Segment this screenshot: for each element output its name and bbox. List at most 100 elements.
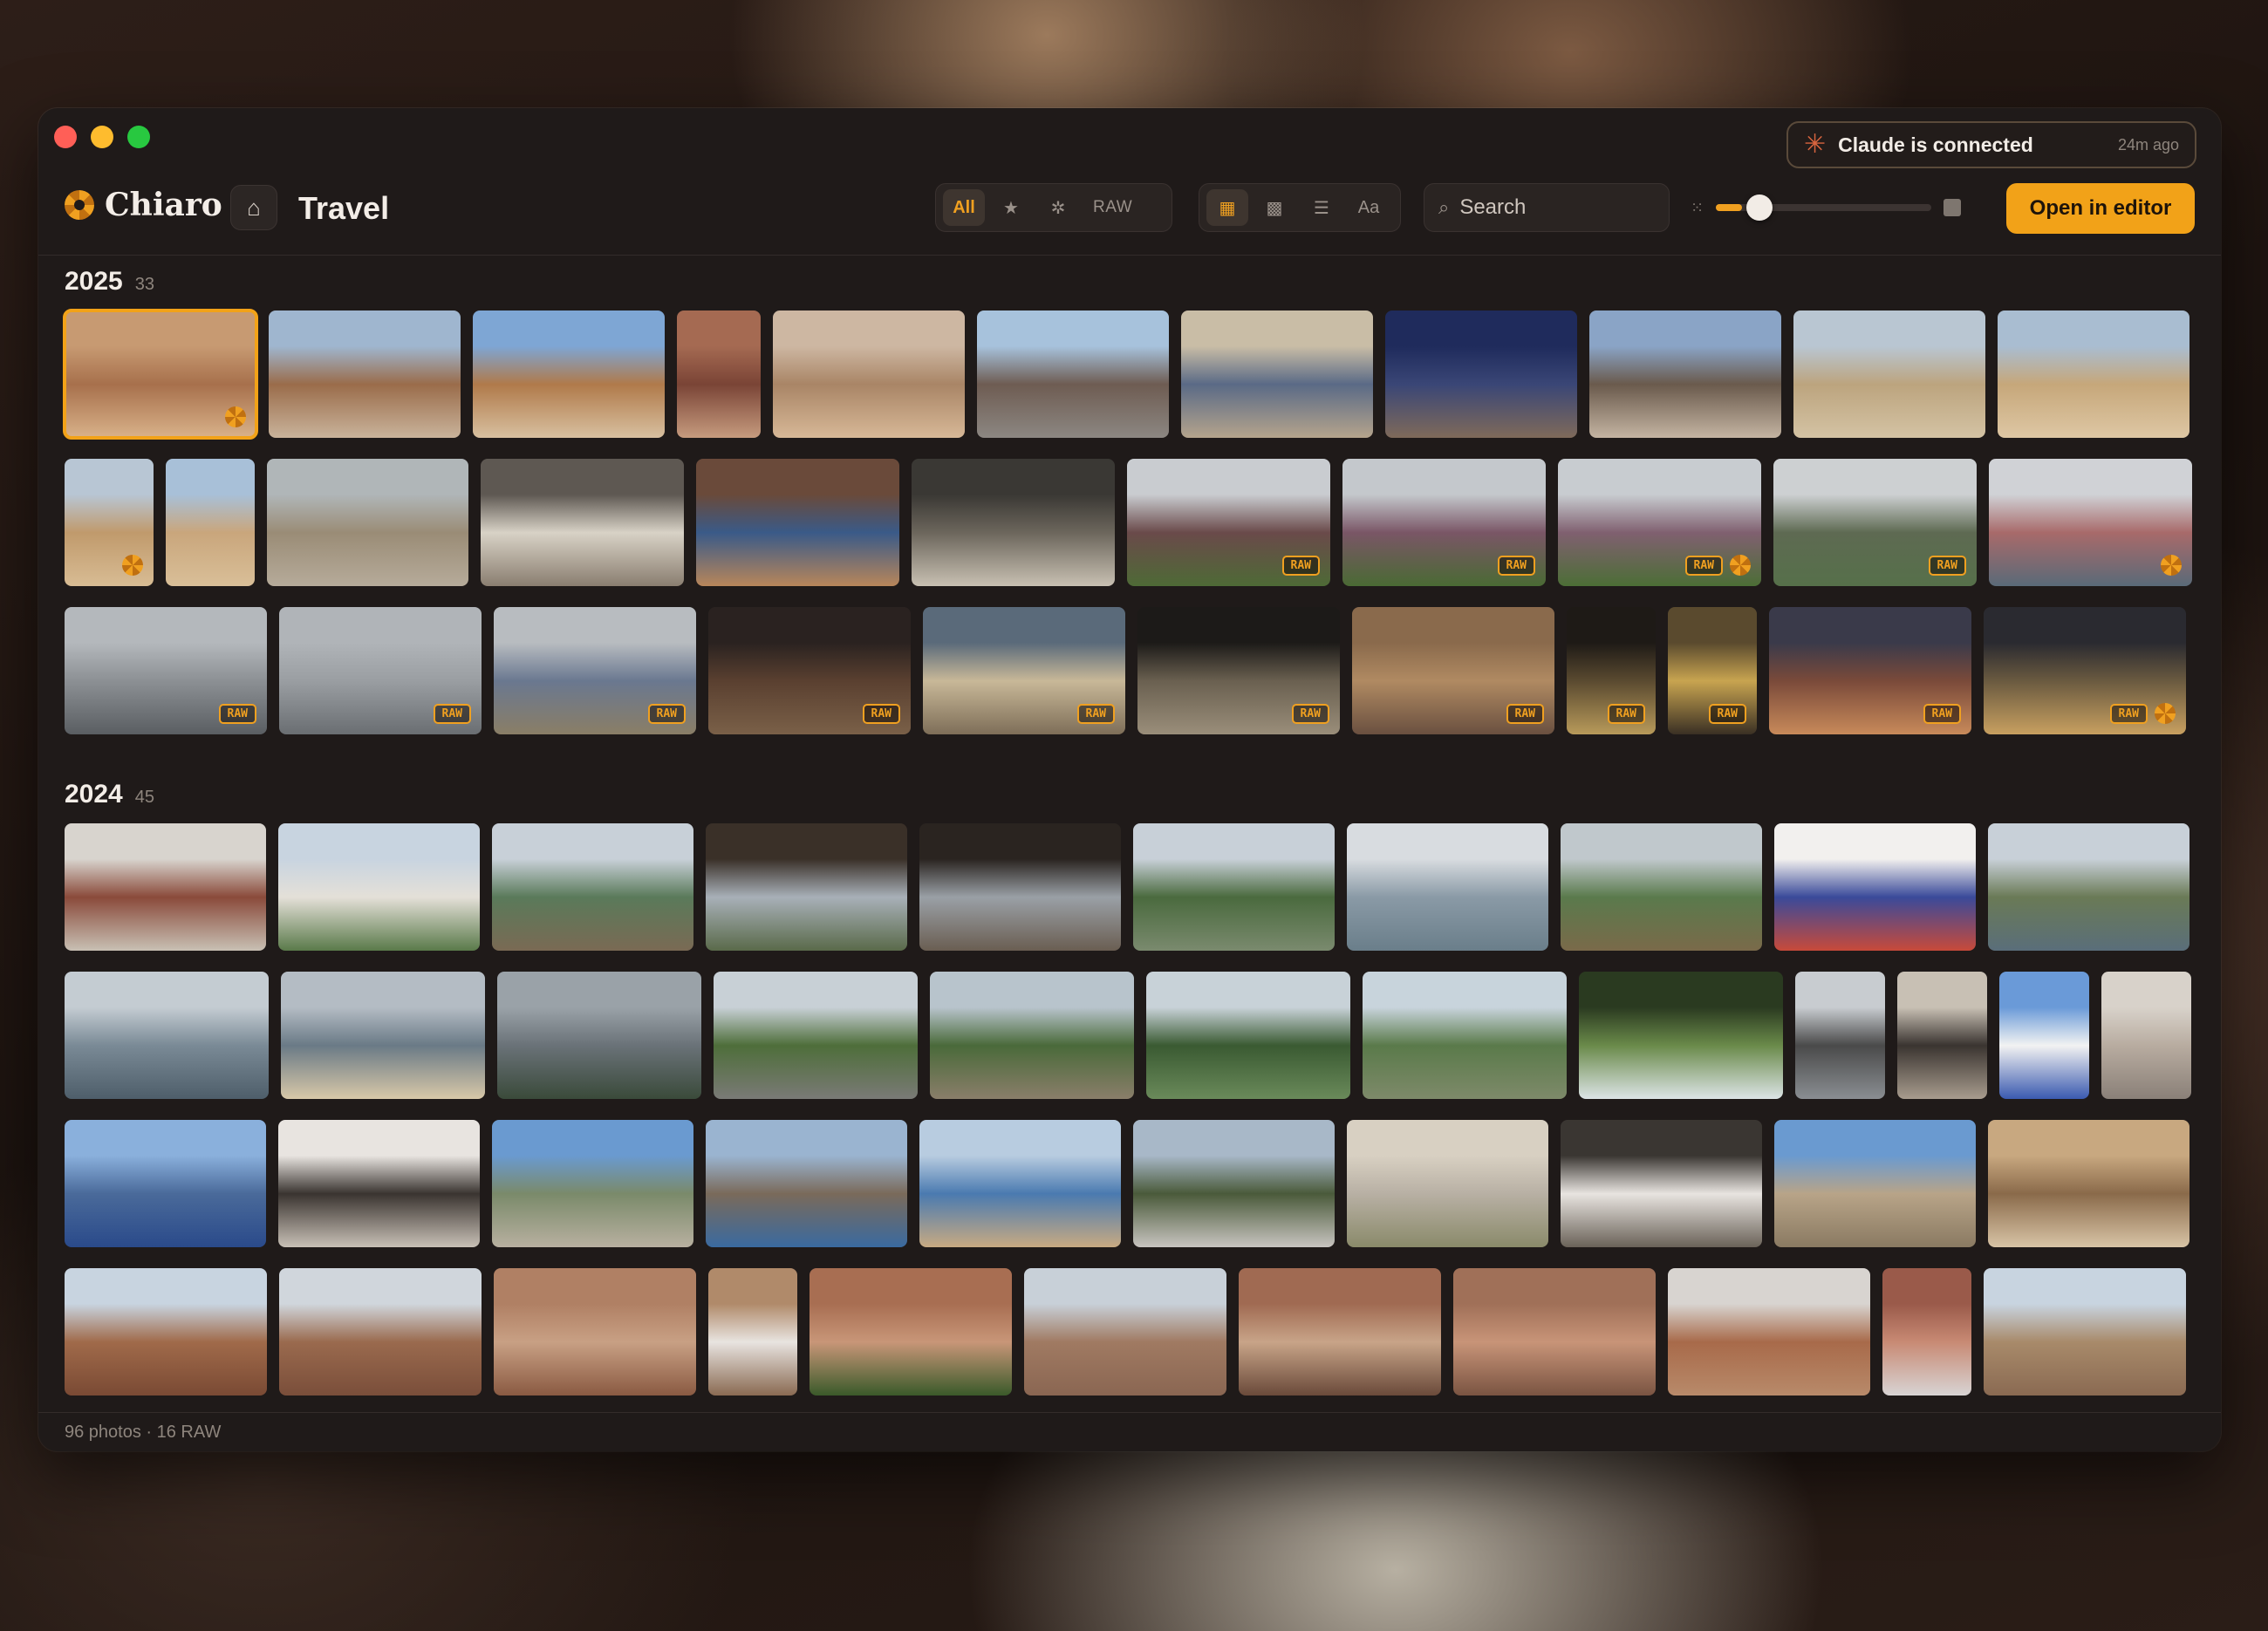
photo-thumbnail[interactable]	[1774, 823, 1976, 951]
photo-thumbnail[interactable]	[473, 311, 665, 438]
photo-thumbnail[interactable]	[281, 972, 485, 1099]
maximize-window-button[interactable]	[127, 126, 150, 148]
photo-thumbnail[interactable]	[1363, 972, 1567, 1099]
photo-thumbnail[interactable]	[1988, 1120, 2189, 1247]
photo-thumbnail[interactable]	[1999, 972, 2089, 1099]
photo-thumbnail[interactable]: RAW	[65, 607, 267, 734]
photo-thumbnail[interactable]	[1882, 1268, 1971, 1396]
photo-thumbnail[interactable]	[773, 311, 965, 438]
photo-thumbnail[interactable]	[1793, 311, 1985, 438]
filter-all[interactable]: All	[943, 189, 985, 226]
photo-thumbnail[interactable]	[977, 311, 1169, 438]
photo-thumbnail[interactable]	[278, 823, 480, 951]
photo-thumbnail[interactable]	[65, 1268, 267, 1396]
photo-thumbnail[interactable]	[1181, 311, 1373, 438]
edited-aperture-icon	[1730, 555, 1751, 576]
view-list[interactable]: ☰	[1301, 189, 1342, 226]
photo-thumbnail[interactable]	[919, 823, 1121, 951]
view-large-grid[interactable]: ▦	[1206, 189, 1248, 226]
photo-thumbnail[interactable]	[1795, 972, 1885, 1099]
app-window: ✳ Claude is connected 24m ago Chiaro ⌂ T…	[38, 108, 2221, 1451]
photo-thumbnail[interactable]	[706, 1120, 907, 1247]
photo-thumbnail[interactable]	[267, 459, 468, 586]
photo-thumbnail[interactable]	[279, 1268, 482, 1396]
photo-thumbnail[interactable]: RAW	[708, 607, 911, 734]
photo-thumbnail[interactable]	[492, 823, 693, 951]
photo-thumbnail[interactable]	[1988, 823, 2189, 951]
photo-thumbnail[interactable]	[65, 459, 154, 586]
photo-thumbnail[interactable]	[166, 459, 255, 586]
photo-thumbnail[interactable]	[706, 823, 907, 951]
photo-thumbnail[interactable]	[1239, 1268, 1441, 1396]
photo-thumbnail[interactable]	[677, 311, 761, 438]
app-logo: Chiaro	[65, 187, 222, 223]
photo-thumbnail[interactable]	[930, 972, 1134, 1099]
filter-edited[interactable]: ✲	[1037, 189, 1079, 226]
photo-thumbnail[interactable]: RAW	[1137, 607, 1340, 734]
photo-thumbnail[interactable]	[278, 1120, 480, 1247]
photo-thumbnail[interactable]: RAW	[1127, 459, 1330, 586]
photo-thumbnail[interactable]	[919, 1120, 1121, 1247]
close-window-button[interactable]	[54, 126, 77, 148]
filter-raw[interactable]: RAW	[1084, 189, 1141, 226]
photo-thumbnail[interactable]	[1133, 823, 1335, 951]
slider-track[interactable]	[1716, 194, 1931, 221]
photo-thumbnail[interactable]	[1347, 1120, 1548, 1247]
photo-thumbnail[interactable]	[494, 1268, 696, 1396]
photo-thumbnail[interactable]	[810, 1268, 1012, 1396]
photo-thumbnail[interactable]: RAW	[1668, 607, 1757, 734]
photo-thumbnail[interactable]	[714, 972, 918, 1099]
edited-aperture-icon	[225, 406, 246, 427]
photo-thumbnail[interactable]	[65, 972, 269, 1099]
thumbnail-size-slider[interactable]: ⁙	[1691, 188, 1961, 227]
photo-thumbnail[interactable]: RAW	[923, 607, 1125, 734]
home-button[interactable]: ⌂	[230, 185, 277, 230]
photo-thumbnail[interactable]	[63, 309, 258, 440]
slider-knob[interactable]	[1745, 194, 1773, 221]
photo-thumbnail[interactable]	[65, 1120, 266, 1247]
photo-thumbnail[interactable]	[1347, 823, 1548, 951]
photo-thumbnail[interactable]	[1146, 972, 1350, 1099]
section-header-2025: 2025 33	[65, 267, 154, 297]
search-input[interactable]	[1459, 195, 1635, 220]
photo-thumbnail[interactable]	[1589, 311, 1781, 438]
photo-thumbnail[interactable]	[2101, 972, 2191, 1099]
search-box[interactable]: ⌕	[1424, 183, 1670, 232]
view-text[interactable]: Aa	[1348, 189, 1390, 226]
photo-thumbnail[interactable]	[1989, 459, 2192, 586]
photo-thumbnail[interactable]: RAW	[279, 607, 482, 734]
photo-thumbnail[interactable]	[492, 1120, 693, 1247]
photo-thumbnail[interactable]: RAW	[1984, 607, 2186, 734]
photo-thumbnail[interactable]	[1561, 823, 1762, 951]
photo-thumbnail[interactable]	[481, 459, 684, 586]
photo-thumbnail[interactable]	[696, 459, 899, 586]
claude-connection-status[interactable]: ✳ Claude is connected 24m ago	[1786, 121, 2196, 168]
photo-thumbnail[interactable]	[497, 972, 701, 1099]
photo-thumbnail[interactable]	[1897, 972, 1987, 1099]
photo-thumbnail[interactable]: RAW	[1342, 459, 1546, 586]
photo-thumbnail[interactable]	[65, 823, 266, 951]
photo-thumbnail[interactable]	[1385, 311, 1577, 438]
photo-thumbnail[interactable]	[1668, 1268, 1870, 1396]
photo-thumbnail[interactable]	[1561, 1120, 1762, 1247]
photo-thumbnail[interactable]	[708, 1268, 797, 1396]
filter-starred[interactable]: ★	[990, 189, 1032, 226]
photo-thumbnail[interactable]: RAW	[1769, 607, 1971, 734]
view-small-grid[interactable]: ▩	[1254, 189, 1295, 226]
photo-thumbnail[interactable]: RAW	[1773, 459, 1977, 586]
photo-thumbnail[interactable]	[912, 459, 1115, 586]
photo-thumbnail[interactable]: RAW	[1558, 459, 1761, 586]
photo-thumbnail[interactable]	[1024, 1268, 1226, 1396]
photo-thumbnail[interactable]: RAW	[1352, 607, 1554, 734]
photo-thumbnail[interactable]: RAW	[1567, 607, 1656, 734]
photo-thumbnail[interactable]	[1579, 972, 1783, 1099]
photo-thumbnail[interactable]	[1133, 1120, 1335, 1247]
minimize-window-button[interactable]	[91, 126, 113, 148]
photo-thumbnail[interactable]	[1998, 311, 2189, 438]
open-in-editor-button[interactable]: Open in editor	[2006, 183, 2195, 234]
photo-thumbnail[interactable]	[1984, 1268, 2186, 1396]
photo-thumbnail[interactable]	[1453, 1268, 1656, 1396]
photo-thumbnail[interactable]	[1774, 1120, 1976, 1247]
photo-thumbnail[interactable]: RAW	[494, 607, 696, 734]
photo-thumbnail[interactable]	[269, 311, 461, 438]
